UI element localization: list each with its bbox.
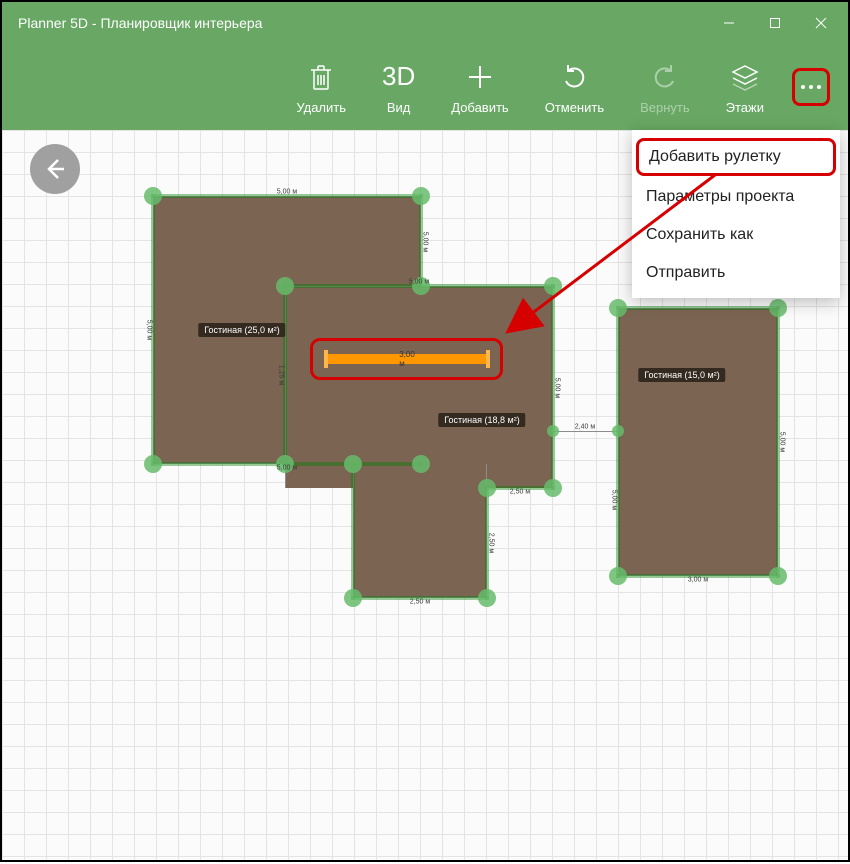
close-button[interactable] xyxy=(798,2,844,44)
dim-r1-bottom: 5,00 м xyxy=(277,465,297,472)
system-buttons xyxy=(706,2,844,44)
dim-r3-bottom: 3,00 м xyxy=(688,577,708,584)
ruler-handle-right[interactable] xyxy=(486,350,490,368)
undo-label: Отменить xyxy=(545,100,604,115)
corner-node[interactable] xyxy=(344,455,362,473)
trash-icon xyxy=(308,60,334,94)
add-button[interactable]: Добавить xyxy=(433,44,526,130)
corner-node[interactable] xyxy=(612,425,624,437)
undo-button[interactable]: Отменить xyxy=(527,44,622,130)
dim-r3-top: 2,40 м xyxy=(575,424,595,431)
corner-node[interactable] xyxy=(769,299,787,317)
dim-r3-right: 5,00 м xyxy=(779,432,786,452)
more-menu: Добавить рулетку Параметры проекта Сохра… xyxy=(632,130,840,298)
selection-edge[interactable] xyxy=(616,306,620,578)
corner-node[interactable] xyxy=(412,455,430,473)
corner-node[interactable] xyxy=(478,479,496,497)
dim-r2-br: 2,50 м xyxy=(510,489,530,496)
corner-node[interactable] xyxy=(609,299,627,317)
ruler-value: 3,00 м xyxy=(399,350,415,368)
more-button-wrap xyxy=(782,68,840,106)
plus-icon xyxy=(466,60,494,94)
selection-edge[interactable] xyxy=(351,464,355,600)
menu-project-settings[interactable]: Параметры проекта xyxy=(632,178,840,216)
corner-node[interactable] xyxy=(769,567,787,585)
corner-node[interactable] xyxy=(544,479,562,497)
corner-node[interactable] xyxy=(544,277,562,295)
back-button[interactable] xyxy=(30,144,80,194)
titlebar: Planner 5D - Планировщик интерьера xyxy=(2,2,848,44)
corner-node[interactable] xyxy=(344,589,362,607)
menu-save-as[interactable]: Сохранить как xyxy=(632,216,840,254)
view-3d-icon: 3D xyxy=(382,60,415,94)
undo-icon xyxy=(560,60,588,94)
corner-node[interactable] xyxy=(144,455,162,473)
room-3[interactable] xyxy=(618,308,778,576)
redo-button[interactable]: Вернуть xyxy=(622,44,708,130)
dim-r1-top: 5,00 м xyxy=(277,189,297,196)
wall-connector xyxy=(553,431,618,432)
minimize-button[interactable] xyxy=(706,2,752,44)
dots-icon xyxy=(800,84,822,90)
redo-label: Вернуть xyxy=(640,100,690,115)
corner-node[interactable] xyxy=(412,187,430,205)
window-title: Planner 5D - Планировщик интерьера xyxy=(18,15,262,31)
corner-node[interactable] xyxy=(144,187,162,205)
room-2-label: Гостиная (18,8 м²) xyxy=(438,413,525,427)
delete-button[interactable]: Удалить xyxy=(278,44,364,130)
view-button[interactable]: 3D Вид xyxy=(364,44,433,130)
corner-node[interactable] xyxy=(547,425,559,437)
menu-send[interactable]: Отправить xyxy=(632,254,840,292)
dim-r1-right: 5,00 м xyxy=(422,232,429,252)
dim-r2-bottom: 2,50 м xyxy=(410,599,430,606)
layers-icon xyxy=(730,60,760,94)
view-label: Вид xyxy=(387,100,411,115)
dim-r2-right: 5,00 м xyxy=(554,378,561,398)
dim-r3-left: 5,00 м xyxy=(611,490,618,510)
ruler-handle-left[interactable] xyxy=(324,350,328,368)
delete-label: Удалить xyxy=(296,100,346,115)
toolbar: Удалить 3D Вид Добавить Отменить Вернуть… xyxy=(2,44,848,130)
maximize-button[interactable] xyxy=(752,2,798,44)
dim-r2-lu: 1,25 м xyxy=(278,365,285,385)
close-icon xyxy=(815,17,827,29)
corner-node[interactable] xyxy=(276,277,294,295)
dim-r2-top: 5,00 м xyxy=(409,279,429,286)
room-2b[interactable] xyxy=(353,464,487,598)
corner-node[interactable] xyxy=(609,567,627,585)
floors-button[interactable]: Этажи xyxy=(708,44,782,130)
selection-edge[interactable] xyxy=(616,306,780,310)
dim-r1-left: 5,00 м xyxy=(146,320,153,340)
room-3-label: Гостиная (15,0 м²) xyxy=(638,368,725,382)
more-button[interactable] xyxy=(792,68,830,106)
room-1-label: Гостиная (25,0 м²) xyxy=(198,323,285,337)
dim-r2-ll: 2,50 м xyxy=(488,533,495,553)
add-label: Добавить xyxy=(451,100,508,115)
menu-add-ruler[interactable]: Добавить рулетку xyxy=(636,138,836,176)
minimize-icon xyxy=(723,17,735,29)
redo-icon xyxy=(651,60,679,94)
maximize-icon xyxy=(769,17,781,29)
floors-label: Этажи xyxy=(726,100,764,115)
arrow-left-icon xyxy=(42,156,68,182)
corner-node[interactable] xyxy=(478,589,496,607)
